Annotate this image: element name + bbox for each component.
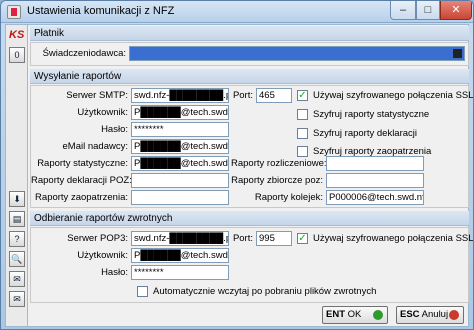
auto-load-label: Automatycznie wczytaj po pobraniu plików… — [153, 286, 377, 297]
smtp-label: Serwer SMTP: — [66, 90, 128, 101]
poz-input[interactable] — [131, 173, 229, 188]
szyfruj-zaop-checkbox[interactable] — [297, 146, 308, 157]
maximize-button[interactable]: □ — [416, 1, 440, 20]
email-input[interactable]: P██████@tech.swd.nf — [131, 139, 229, 154]
smtp-port-label: Port: — [232, 90, 253, 101]
checkmark-icon: ✓ — [298, 233, 307, 244]
smtp-ssl-checkbox[interactable]: ✓ — [297, 90, 308, 101]
ok-check-icon — [373, 310, 383, 320]
wysylanie-section: Serwer SMTP: swd.nfz-████████.pl Port: 4… — [30, 85, 473, 208]
cancel-x-icon — [449, 310, 459, 320]
app-icon — [7, 5, 21, 19]
cancel-key-label: ESC — [400, 309, 420, 320]
smtp-ssl-label: Używaj szyfrowanego połączenia SSL — [313, 90, 474, 101]
rozl-label: Raporty rozliczeniowe: — [231, 158, 327, 169]
pop3-user-input[interactable]: P██████@tech.swd.nf — [131, 248, 229, 263]
document-icon[interactable]: ▤ — [9, 211, 25, 227]
window-title: Ustawienia komunikacji z NFZ — [27, 5, 175, 17]
email-label: eMail nadawcy: — [62, 141, 128, 152]
title-bar[interactable]: Ustawienia komunikacji z NFZ – □ ✕ — [1, 1, 473, 23]
pop3-port-input[interactable]: 995 — [256, 231, 292, 246]
stat-label: Raporty statystyczne: — [37, 158, 128, 169]
swiadczeniodawca-field[interactable] — [129, 46, 465, 61]
smtp-pass-input[interactable]: ******** — [131, 122, 229, 137]
odbieranie-section: Serwer POP3: swd.nfz-████████.pl Port: 9… — [30, 227, 473, 303]
pop3-user-label: Użytkownik: — [77, 250, 128, 261]
envelope-icon[interactable]: ✉ — [9, 271, 25, 287]
pop3-pass-input[interactable]: ******** — [131, 265, 229, 280]
kolej-label: Raporty kolejek: — [254, 192, 323, 203]
ok-button[interactable]: ENT OK — [322, 306, 388, 324]
search-icon[interactable]: 🔍 — [9, 251, 25, 267]
platnik-header: Płatnik — [30, 26, 469, 41]
pop3-pass-label: Hasło: — [101, 267, 128, 278]
cancel-label: Anuluj — [421, 309, 449, 320]
zaop-label: Raporty zaopatrzenia: — [35, 192, 128, 203]
client-area: KS 0 ⬇ ▤ ? 🔍 ✉ ✉ Płatnik Świadczeniodawc… — [5, 24, 473, 327]
ok-key-label: ENT — [326, 309, 345, 320]
wysylanie-header: Wysyłanie raportów — [30, 69, 469, 84]
zbior-label: Raporty zbiorcze poz: — [231, 175, 323, 186]
help-icon[interactable]: ? — [9, 231, 25, 247]
szyfruj-dekl-label: Szyfruj raporty deklaracji — [313, 128, 418, 139]
platnik-section: Świadczeniodawca: — [30, 42, 469, 66]
swiadczeniodawca-label: Świadczeniodawca: — [42, 48, 126, 59]
select-icon[interactable] — [453, 49, 462, 58]
stat-input[interactable]: P██████@tech.swd.nf — [131, 156, 229, 171]
checkmark-icon: ✓ — [298, 90, 307, 101]
szyfruj-stat-checkbox[interactable] — [297, 109, 308, 120]
rozl-input[interactable] — [326, 156, 424, 171]
pop3-ssl-label: Używaj szyfrowanego połączenia SSL — [313, 233, 474, 244]
zero-button[interactable]: 0 — [9, 47, 25, 63]
zbior-input[interactable] — [326, 173, 424, 188]
smtp-pass-label: Hasło: — [101, 124, 128, 135]
minimize-button[interactable]: – — [390, 1, 416, 20]
close-button[interactable]: ✕ — [440, 1, 472, 20]
szyfruj-stat-label: Szyfruj raporty statystyczne — [313, 109, 430, 120]
settings-window: Ustawienia komunikacji z NFZ – □ ✕ KS 0 … — [0, 0, 474, 330]
kolej-input[interactable]: P000006@tech.swd.nfz — [326, 190, 424, 205]
form-area: Płatnik Świadczeniodawca: Wysyłanie rapo… — [30, 25, 473, 326]
auto-load-checkbox[interactable] — [137, 286, 148, 297]
pop3-port-label: Port: — [232, 233, 253, 244]
cancel-button[interactable]: ESC Anuluj — [396, 306, 464, 324]
pop3-ssl-checkbox[interactable]: ✓ — [297, 233, 308, 244]
download-icon[interactable]: ⬇ — [9, 191, 25, 207]
poz-label: Raporty deklaracji POZ: — [31, 175, 132, 186]
ks-logo: KS — [9, 29, 25, 41]
smtp-port-input[interactable]: 465 — [256, 88, 292, 103]
sidebar: KS 0 ⬇ ▤ ? 🔍 ✉ ✉ — [6, 25, 28, 326]
mail-icon[interactable]: ✉ — [9, 291, 25, 307]
szyfruj-dekl-checkbox[interactable] — [297, 128, 308, 139]
pop3-label: Serwer POP3: — [67, 233, 128, 244]
ok-label: OK — [347, 309, 362, 320]
zaop-input[interactable] — [131, 190, 229, 205]
smtp-user-input[interactable]: P██████@tech.swd.nf — [131, 105, 229, 120]
smtp-user-label: Użytkownik: — [77, 107, 128, 118]
smtp-input[interactable]: swd.nfz-████████.pl — [131, 88, 229, 103]
pop3-input[interactable]: swd.nfz-████████.pl — [131, 231, 229, 246]
odbieranie-header: Odbieranie raportów zwrotnych — [30, 211, 469, 226]
